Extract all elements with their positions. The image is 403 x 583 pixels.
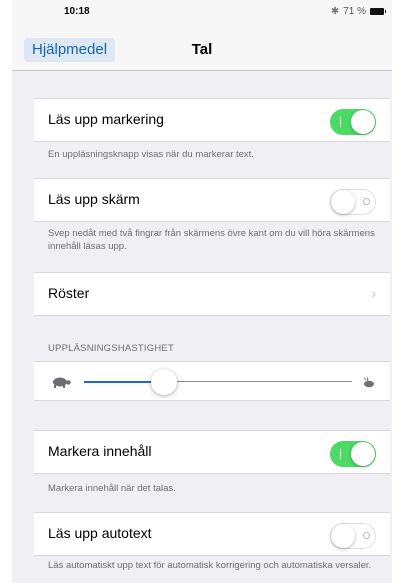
settings-screen: 10:18 ✱ 71 % Hjälpmedel Tal Läs upp mark…	[12, 0, 392, 583]
highlight-content-cell: Markera innehåll	[34, 430, 390, 474]
speak-autotext-label: Läs upp autotext	[48, 525, 152, 541]
bluetooth-icon: ✱	[330, 6, 340, 17]
turtle-icon	[53, 377, 71, 388]
speak-selection-footer: En uppläsningsknapp visas när du markera…	[48, 149, 254, 160]
highlight-content-toggle[interactable]	[330, 441, 376, 467]
battery-icon	[370, 8, 386, 15]
toggle-knob	[351, 442, 375, 466]
status-bar: 10:18 ✱ 71 %	[12, 0, 392, 26]
speak-selection-label: Läs upp markering	[48, 111, 164, 127]
speaking-rate-header: UPPLÄSNINGSHASTIGHET	[48, 343, 174, 354]
page-title: Tal	[191, 41, 213, 58]
highlight-content-footer: Markera innehåll när det talas.	[48, 483, 176, 494]
toggle-knob	[331, 190, 355, 214]
speak-autotext-footer: Läs automatiskt upp text för automatisk …	[48, 560, 372, 571]
speak-screen-toggle[interactable]	[330, 189, 376, 215]
speak-selection-toggle[interactable]	[330, 109, 376, 135]
speaking-rate-slider-thumb[interactable]	[151, 369, 178, 395]
speak-selection-cell: Läs upp markering	[34, 98, 390, 142]
highlight-content-label: Markera innehåll	[48, 443, 152, 459]
speak-screen-footer: Svep nedåt med två fingrar från skärmens…	[48, 228, 375, 252]
status-time: 10:18	[64, 6, 90, 17]
rabbit-icon	[364, 376, 374, 388]
speaking-rate-track	[164, 381, 352, 382]
chevron-right-icon: ›	[371, 285, 376, 301]
toggle-knob	[351, 110, 375, 134]
battery-percent: 71 %	[343, 6, 366, 17]
speak-autotext-toggle[interactable]	[330, 523, 376, 549]
speak-screen-cell: Läs upp skärm	[34, 178, 390, 222]
voices-label: Röster	[48, 285, 90, 301]
navigation-bar: Hjälpmedel Tal	[12, 26, 392, 71]
voices-cell[interactable]: Röster ›	[34, 272, 390, 316]
speak-screen-label: Läs upp skärm	[48, 191, 140, 207]
speaking-rate-cell	[34, 361, 390, 401]
speak-autotext-cell: Läs upp autotext	[34, 512, 390, 556]
toggle-knob	[331, 524, 355, 548]
